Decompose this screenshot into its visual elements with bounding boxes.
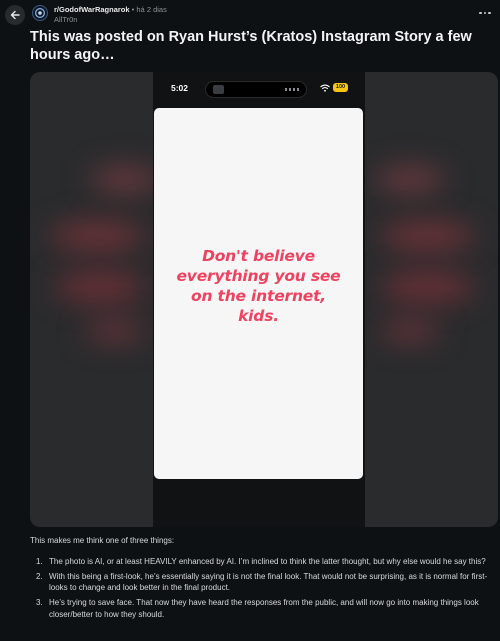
list-item-text: The photo is AI, or at least HEAVILY enh… <box>49 556 486 566</box>
arrow-left-icon <box>10 10 20 20</box>
battery-badge: 100 <box>333 83 348 92</box>
post-header: r/GodofWarRagnarok • há 2 dias AllTr0n <box>0 0 500 26</box>
wifi-icon <box>320 84 330 92</box>
island-thumbnail <box>213 85 224 94</box>
post-title: This was posted on Ryan Hurst’s (Kratos)… <box>30 29 472 63</box>
list-item-text: With this being a first-look, he’s essen… <box>49 571 488 593</box>
more-dot <box>479 11 482 15</box>
post-media[interactable]: 5:02 100 Don't believe everything you se… <box>30 72 498 527</box>
list-item-text: He’s trying to save face. That now they … <box>49 598 479 619</box>
meta-separator: • <box>131 5 135 14</box>
more-dot <box>488 11 491 15</box>
list-item: 3. He’s trying to save face. That now th… <box>30 597 492 620</box>
more-dot <box>483 11 487 15</box>
dynamic-island <box>205 81 307 98</box>
subreddit-logo-icon <box>35 8 45 18</box>
list-number: 1. <box>36 556 43 566</box>
back-button[interactable] <box>5 5 25 25</box>
list-number: 3. <box>36 598 43 607</box>
post-list: 1. The photo is AI, or at least HEAVILY … <box>30 556 492 621</box>
list-item: 1. The photo is AI, or at least HEAVILY … <box>30 556 492 568</box>
post-intro: This makes me think one of three things: <box>30 536 175 545</box>
post-time: há 2 dias <box>136 5 167 14</box>
phone-screenshot: 5:02 100 Don't believe everything you se… <box>153 72 365 527</box>
story-text: Don't believe everything you see on the … <box>176 247 341 325</box>
subreddit-link[interactable]: r/GodofWarRagnarok <box>54 5 130 14</box>
post-meta: r/GodofWarRagnarok • há 2 dias AllTr0n <box>54 5 167 24</box>
instagram-story-card: Don't believe everything you see on the … <box>154 108 363 479</box>
more-options-button[interactable] <box>476 6 494 20</box>
subreddit-avatar[interactable] <box>32 5 48 21</box>
status-bar-time: 5:02 <box>171 83 189 93</box>
island-activity-indicator <box>285 88 299 91</box>
author-link[interactable]: AllTr0n <box>54 15 167 24</box>
list-number: 2. <box>36 571 43 581</box>
list-item: 2. With this being a first-look, he’s es… <box>30 571 492 594</box>
post-body: This makes me think one of three things:… <box>30 535 492 624</box>
